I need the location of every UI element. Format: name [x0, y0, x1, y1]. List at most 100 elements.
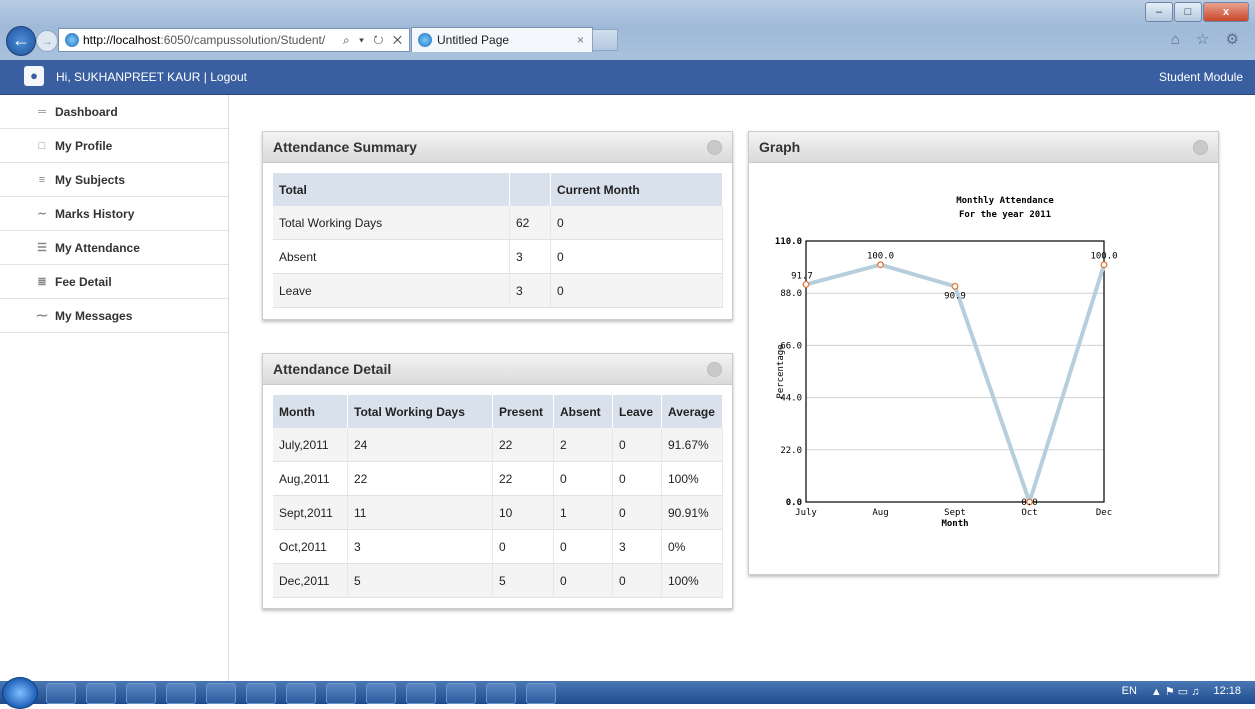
x-tick-label: Aug — [872, 508, 888, 518]
vs-taskbar-icon[interactable] — [406, 683, 436, 704]
chart-title: Monthly Attendance — [956, 196, 1054, 206]
forward-button[interactable]: → — [36, 30, 58, 52]
app2-taskbar-icon[interactable] — [446, 683, 476, 704]
ie-taskbar-icon[interactable] — [86, 683, 116, 704]
attendance-detail-panel: Attendance Detail Month Total Working Da… — [262, 353, 733, 609]
table-row: Aug,2011 22 22 0 0 100% — [273, 461, 723, 496]
chart-subtitle: For the year 2011 — [959, 210, 1051, 220]
cell: 0 — [612, 428, 662, 462]
panel-header: Graph — [749, 132, 1218, 163]
data-label: 90.9 — [944, 291, 966, 301]
sidebar-item-messages[interactable]: ⁓ My Messages — [0, 299, 228, 333]
y-tick-label: 22.0 — [780, 446, 802, 456]
app3-taskbar-icon[interactable] — [486, 683, 516, 704]
col-header — [509, 173, 551, 206]
cell: 0 — [612, 495, 662, 530]
col-header: Month — [273, 395, 348, 428]
tray-icons[interactable]: ▲ ⚑ ▭ ♫ — [1151, 685, 1200, 698]
table-row: Oct,2011 3 0 0 3 0% — [273, 529, 723, 564]
greeting-logout[interactable]: Hi, SUKHANPREET KAUR | Logout — [56, 70, 247, 84]
notepad-taskbar-icon[interactable] — [326, 683, 356, 704]
maximize-button[interactable]: □ — [1174, 2, 1202, 22]
cell: Leave — [273, 273, 510, 308]
sidebar-item-subjects[interactable]: ≡ My Subjects — [0, 163, 228, 197]
browser-tools[interactable]: ⌂ ☆ ⚙ — [1171, 30, 1245, 48]
tab-close-icon[interactable]: × — [577, 33, 592, 47]
panel-title: Graph — [759, 139, 801, 155]
y-axis-label: Percentage — [776, 344, 786, 398]
cell: Oct,2011 — [273, 529, 348, 564]
data-label: 0.0 — [1021, 498, 1037, 508]
data-point — [877, 261, 884, 269]
cell: 0% — [661, 529, 723, 564]
photoshop-taskbar-icon[interactable] — [246, 683, 276, 704]
sidebar-item-profile[interactable]: □ My Profile — [0, 129, 228, 163]
app-taskbar-icon[interactable] — [286, 683, 316, 704]
sidebar-item-dashboard[interactable]: ═ Dashboard — [0, 95, 228, 129]
subjects-icon: ≡ — [38, 173, 46, 186]
cell: 0 — [553, 563, 613, 598]
browser-tab[interactable]: Untitled Page × — [411, 27, 593, 52]
app4-taskbar-icon[interactable] — [526, 683, 556, 704]
cell: 0 — [550, 206, 723, 240]
cell: 0 — [553, 461, 613, 496]
table-row: Dec,2011 5 5 0 0 100% — [273, 563, 723, 598]
x-axis-label: Month — [941, 519, 968, 529]
minimize-button[interactable]: – — [1145, 2, 1173, 22]
collapse-icon[interactable] — [707, 362, 722, 377]
collapse-icon[interactable] — [707, 140, 722, 155]
cell: 24 — [347, 428, 493, 462]
cell: 22 — [347, 461, 493, 496]
address-bar[interactable]: http://localhost:6050/campussolution/Stu… — [58, 28, 410, 52]
cell: Total Working Days — [273, 206, 510, 240]
firefox-taskbar-icon[interactable] — [166, 683, 196, 704]
cell: Sept,2011 — [273, 495, 348, 530]
skype-taskbar-icon[interactable] — [366, 683, 396, 704]
clock[interactable]: 12:18 — [1213, 685, 1241, 698]
col-header: Total — [273, 173, 510, 206]
y-tick-label: 110.0 — [775, 237, 802, 247]
taskbar: EN ▲ ⚑ ▭ ♫ 12:18 — [0, 677, 1255, 709]
url-path: :6050/campussolution/Student/ — [160, 33, 326, 47]
x-tick-label: Oct — [1021, 508, 1037, 518]
col-header: Total Working Days — [347, 395, 493, 428]
panel-title: Attendance Detail — [273, 361, 392, 377]
data-label: 100.0 — [867, 252, 894, 262]
explorer-taskbar-icon[interactable] — [46, 683, 76, 704]
summary-table: Total Current Month Total Working Days 62… — [273, 173, 723, 308]
cell: 1 — [553, 495, 613, 530]
panel-title: Attendance Summary — [273, 139, 417, 155]
cell: 3 — [509, 239, 551, 274]
sidebar-item-attendance[interactable]: ☰ My Attendance — [0, 231, 228, 265]
cell: 22 — [492, 428, 554, 462]
panel-header: Attendance Summary — [263, 132, 732, 163]
y-tick-label: 88.0 — [780, 289, 802, 299]
col-header: Average — [661, 395, 723, 428]
sidebar-item-label: Dashboard — [55, 104, 118, 119]
dashboard-icon: ═ — [38, 105, 46, 118]
cell: 100% — [661, 563, 723, 598]
sidebar-item-label: My Messages — [55, 308, 133, 323]
close-window-button[interactable]: x — [1203, 2, 1249, 22]
url-text[interactable]: http://localhost:6050/campussolution/Stu… — [83, 33, 339, 47]
table-row: Sept,2011 11 10 1 0 90.91% — [273, 495, 723, 530]
list-icon: ☰ — [37, 242, 47, 254]
y-tick-label: 0.0 — [786, 498, 802, 508]
collapse-icon[interactable] — [1193, 140, 1208, 155]
sidebar-item-marks-history[interactable]: ∼ Marks History — [0, 197, 228, 231]
new-tab-button[interactable] — [592, 29, 618, 51]
cell: 0 — [612, 461, 662, 496]
start-button[interactable] — [2, 677, 38, 709]
table-row: Absent 3 0 — [273, 239, 723, 274]
plot-frame — [805, 240, 1105, 503]
sidebar-item-fee-detail[interactable]: ≣ Fee Detail — [0, 265, 228, 299]
app-header: ● Hi, SUKHANPREET KAUR | Logout Student … — [0, 60, 1255, 95]
opera-taskbar-icon[interactable] — [206, 683, 236, 704]
language-indicator[interactable]: EN — [1122, 685, 1137, 698]
cell: 5 — [347, 563, 493, 598]
address-controls[interactable]: ⌕ ▾ ↻ ✕ — [339, 33, 409, 48]
cell: 3 — [612, 529, 662, 564]
back-button[interactable]: ← — [6, 26, 36, 56]
cell: 3 — [347, 529, 493, 564]
media-taskbar-icon[interactable] — [126, 683, 156, 704]
